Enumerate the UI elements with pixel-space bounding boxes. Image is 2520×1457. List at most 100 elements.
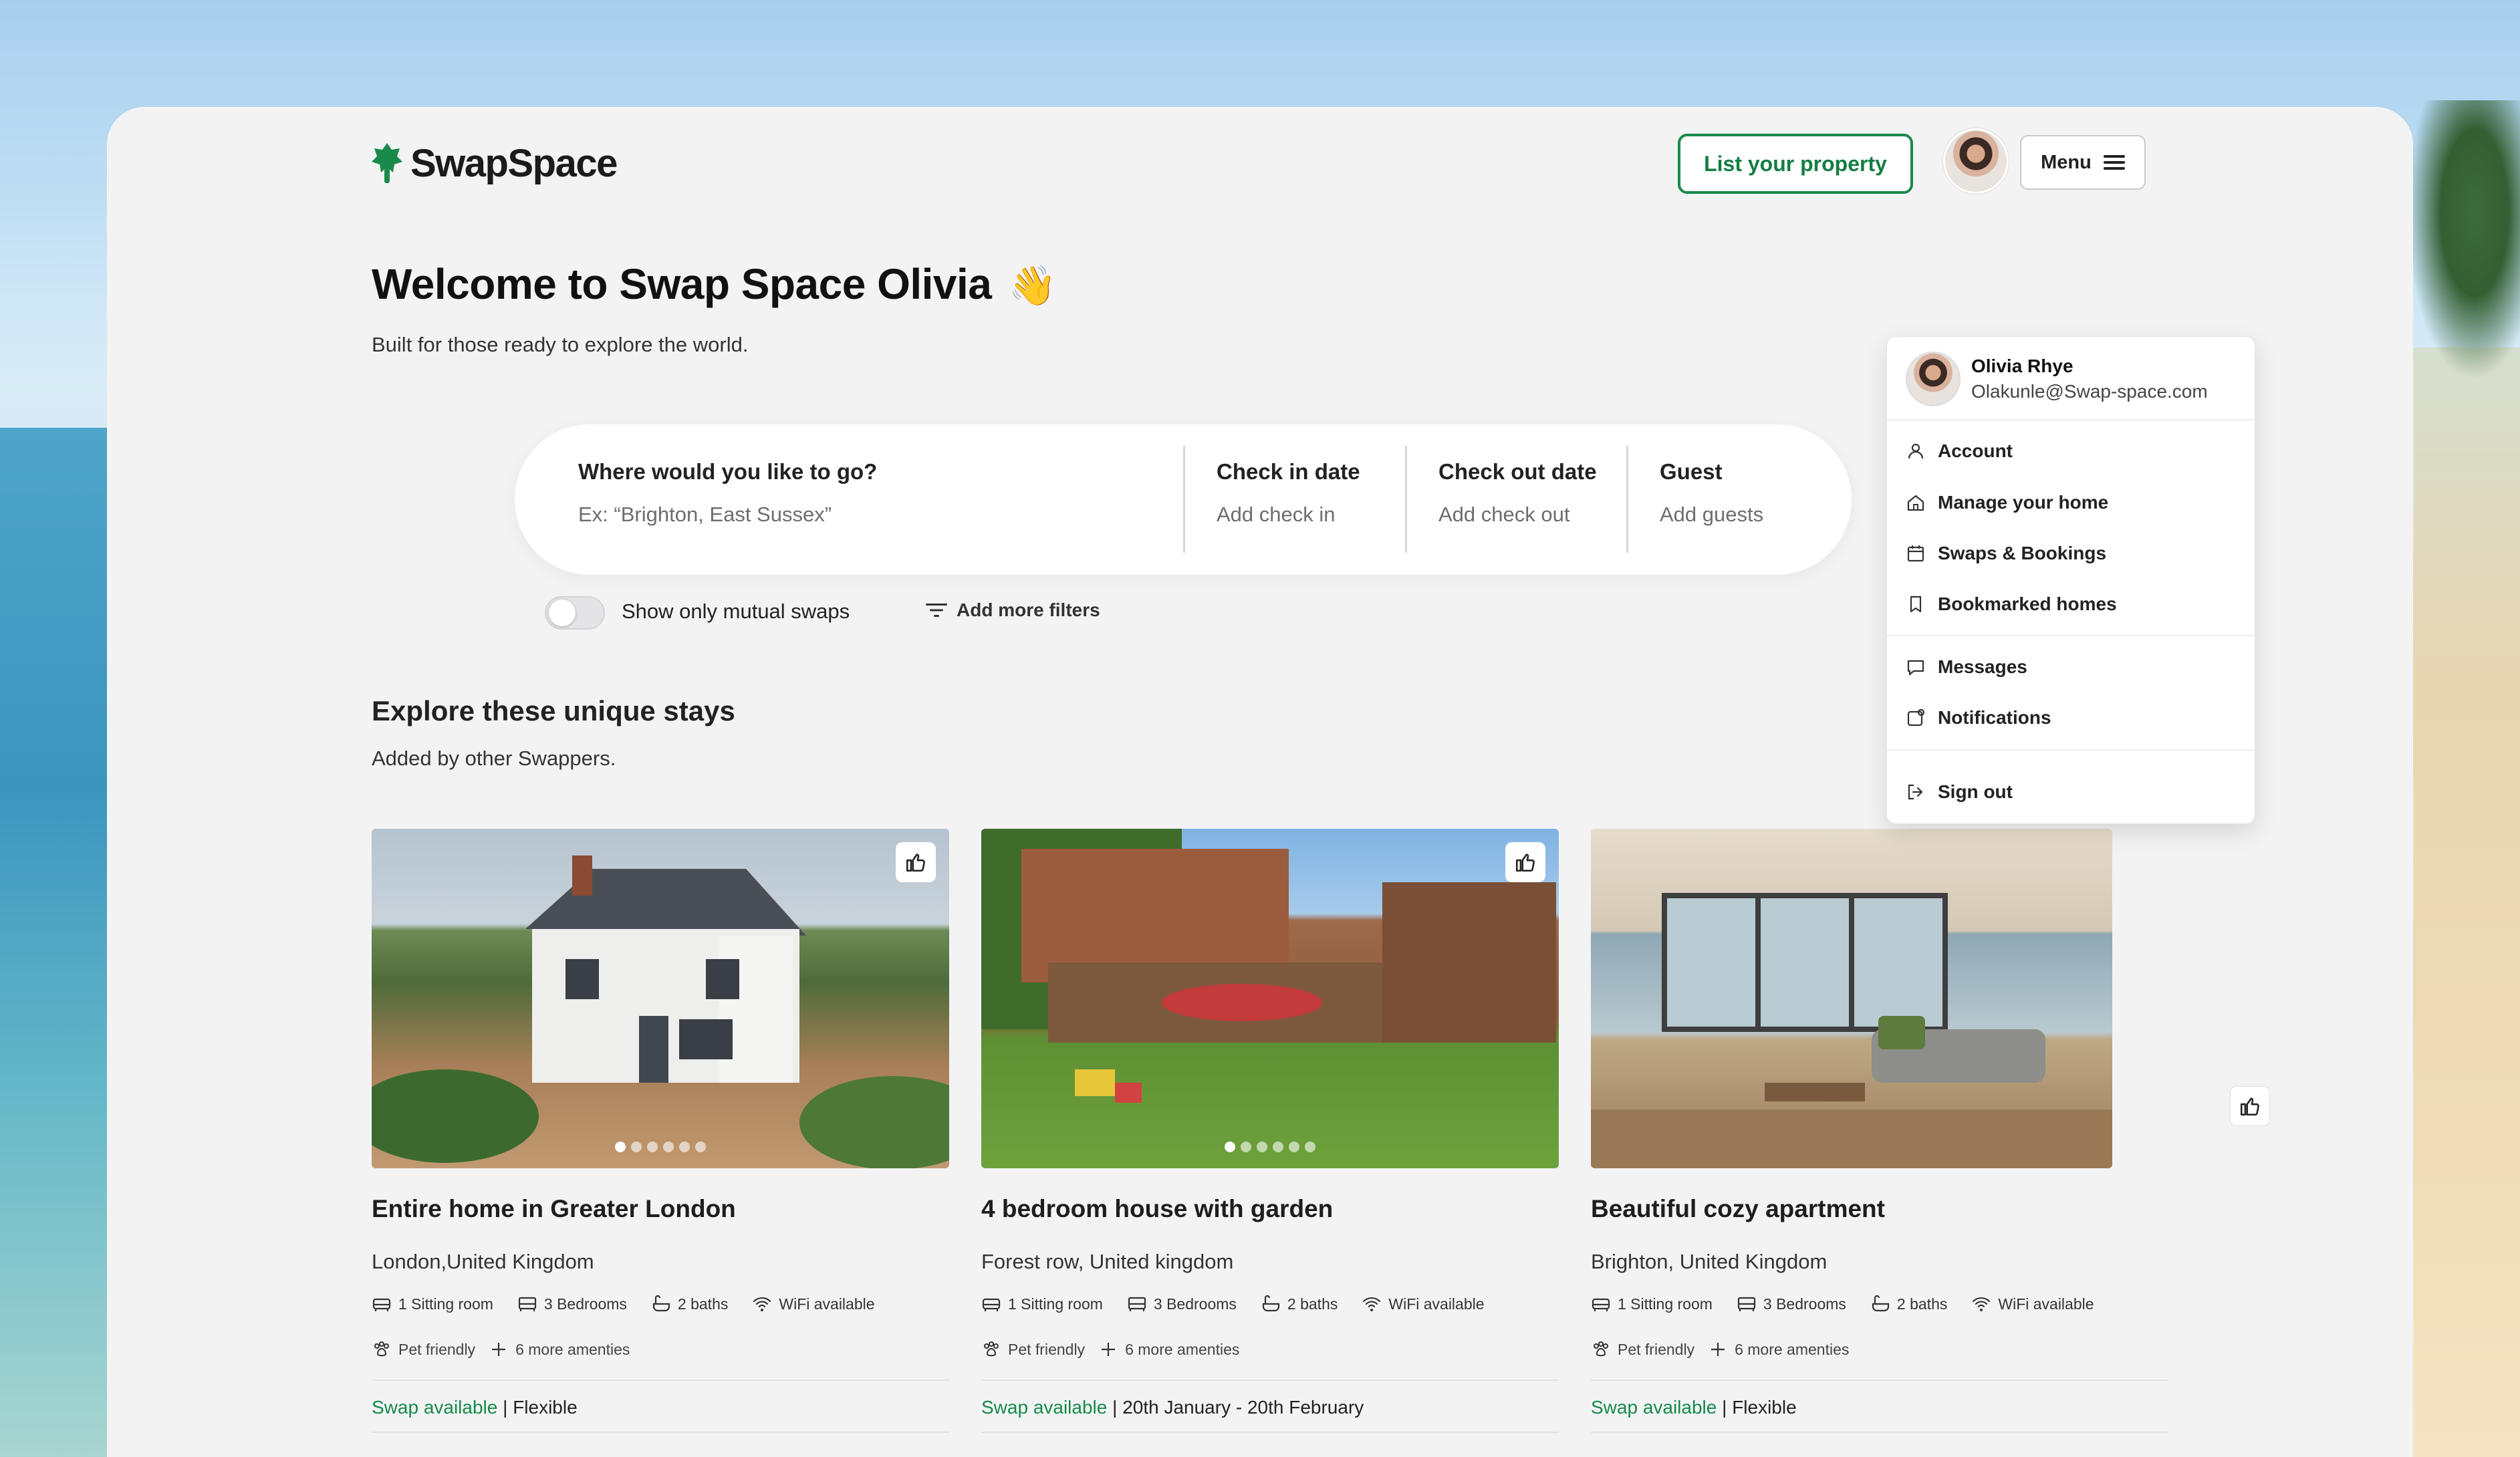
search-divider <box>1626 446 1628 553</box>
listing-title[interactable]: 4 bedroom house with garden <box>981 1195 1559 1223</box>
listing-card[interactable]: Beautiful cozy apartment Brighton, Unite… <box>1591 829 2168 1433</box>
listing-location: London,United Kingdom <box>372 1250 594 1273</box>
menu-item-label: Swaps & Bookings <box>1938 543 2107 563</box>
add-filters-button[interactable]: Add more filters <box>926 600 1100 621</box>
menu-item-swaps-bookings[interactable]: Swaps & Bookings <box>1906 543 2106 564</box>
like-button[interactable] <box>1505 842 1545 882</box>
wifi-icon <box>1363 1297 1381 1311</box>
separator: | <box>497 1397 513 1418</box>
paw-icon <box>374 1341 389 1357</box>
sign-out-icon <box>1908 784 1923 800</box>
thumbs-up-icon <box>1515 853 1535 872</box>
mutual-swaps-toggle[interactable] <box>545 596 605 630</box>
user-name: Olivia Rhye <box>1971 356 2073 376</box>
amenities-row: 1 Sitting room 3 Bedrooms 2 baths WiFi a… <box>981 1294 1559 1314</box>
menu-item-account[interactable]: Account <box>1906 440 2013 462</box>
guest-label: Guest <box>1660 459 1723 484</box>
avatar <box>1906 352 1961 406</box>
more-amenities[interactable]: 6 more amenties <box>515 1341 630 1359</box>
sofa-icon <box>982 1298 1001 1311</box>
listing-photo[interactable] <box>1591 829 2112 1168</box>
checkout-label: Check out date <box>1438 459 1597 484</box>
baths: 2 baths <box>677 1295 729 1313</box>
page-title: Welcome to Swap Space Olivia 👋 <box>372 259 1057 309</box>
checkout-input[interactable]: Add check out <box>1438 503 1569 527</box>
swap-status: Swap available <box>372 1397 498 1418</box>
sitting-room: 1 Sitting room <box>1008 1295 1103 1313</box>
carousel-dots[interactable] <box>615 1142 706 1152</box>
logo-text: SwapSpace <box>410 141 618 185</box>
message-icon <box>1907 660 1924 676</box>
listing-title[interactable]: Beautiful cozy apartment <box>1591 1195 2168 1223</box>
bookmark-icon <box>1910 595 1922 613</box>
more-amenities[interactable]: 6 more amenties <box>1735 1341 1849 1359</box>
menu-divider <box>1887 635 2255 636</box>
plus-icon <box>1102 1343 1116 1356</box>
guest-input[interactable]: Add guests <box>1660 503 1763 527</box>
list-property-button[interactable]: List your property <box>1678 134 1913 194</box>
like-button[interactable] <box>896 842 936 882</box>
bed-icon <box>1737 1297 1756 1311</box>
listing-card[interactable]: 4 bedroom house with garden Forest row, … <box>981 829 1559 1433</box>
user-icon <box>1908 443 1924 459</box>
carousel-dots[interactable] <box>1225 1142 1315 1152</box>
destination-label: Where would you like to go? <box>578 459 878 484</box>
avatar[interactable] <box>1943 128 2009 194</box>
background-beach <box>2400 348 2520 1457</box>
checkin-input[interactable]: Add check in <box>1217 503 1336 527</box>
pet-friendly: Pet friendly <box>1008 1340 1086 1358</box>
background-palm <box>2406 100 2520 381</box>
baths: 2 baths <box>1896 1295 1948 1313</box>
calendar-icon <box>1907 545 1924 562</box>
amenities-row: 1 Sitting room 3 Bedrooms 2 baths WiFi a… <box>372 1294 949 1314</box>
menu-item-messages[interactable]: Messages <box>1906 656 2027 678</box>
user-email: Olakunle@Swap-space.com <box>1971 381 2208 402</box>
search-divider <box>1183 446 1185 553</box>
menu-item-notifications[interactable]: Notifications <box>1906 707 2051 728</box>
pet-friendly: Pet friendly <box>1618 1340 1695 1358</box>
amenities-row: 1 Sitting room 3 Bedrooms 2 baths WiFi a… <box>1591 1294 2168 1314</box>
menu-item-manage-home[interactable]: Manage your home <box>1906 492 2108 513</box>
paw-icon <box>1594 1341 1608 1357</box>
sofa-icon <box>1592 1298 1610 1311</box>
section-title: Explore these unique stays <box>372 695 735 726</box>
menu-button[interactable]: Menu <box>2020 135 2146 190</box>
menu-item-bookmarked[interactable]: Bookmarked homes <box>1906 593 2117 615</box>
availability: Swap available | Flexible <box>372 1379 949 1418</box>
pet-friendly: Pet friendly <box>398 1340 476 1358</box>
plus-icon <box>1711 1343 1725 1356</box>
bedrooms: 3 Bedrooms <box>1763 1295 1846 1313</box>
divider <box>372 1432 949 1433</box>
separator: | <box>1717 1397 1733 1418</box>
logo[interactable]: SwapSpace <box>370 140 618 186</box>
menu-item-label: Account <box>1938 440 2013 461</box>
thumbs-up-icon <box>906 853 925 872</box>
filter-icon <box>926 604 947 617</box>
apartment-illustration <box>1591 893 2112 1168</box>
availability: Swap available | 20th January - 20th Feb… <box>981 1379 1559 1418</box>
house-illustration <box>372 855 949 1168</box>
guest-field[interactable]: Guest Add guests <box>1660 424 1834 575</box>
checkout-field[interactable]: Check out date Add check out <box>1438 424 1626 575</box>
listing-card[interactable]: Entire home in Greater London London,Uni… <box>372 829 949 1433</box>
listing-title[interactable]: Entire home in Greater London <box>372 1195 949 1223</box>
user-info: Olivia Rhye Olakunle@Swap-space.com <box>1887 337 2255 420</box>
more-amenities[interactable]: 6 more amenties <box>1125 1341 1239 1359</box>
bed-icon <box>518 1297 537 1311</box>
listing-photo[interactable] <box>372 829 949 1168</box>
page-subtitle: Built for those ready to explore the wor… <box>372 333 749 356</box>
menu-divider <box>1887 749 2255 751</box>
plus-icon <box>492 1343 506 1356</box>
wifi: WiFi available <box>779 1295 875 1313</box>
checkin-label: Check in date <box>1217 459 1360 484</box>
hamburger-icon <box>2103 155 2125 170</box>
checkin-field[interactable]: Check in date Add check in <box>1217 424 1404 575</box>
menu-label: Menu <box>2041 151 2092 173</box>
menu-item-sign-out[interactable]: Sign out <box>1906 781 2013 803</box>
destination-input[interactable]: Ex: “Brighton, East Sussex” <box>578 503 832 527</box>
bath-icon <box>1262 1295 1280 1312</box>
destination-field[interactable]: Where would you like to go? Ex: “Brighto… <box>578 424 1100 575</box>
menu-item-label: Bookmarked homes <box>1938 593 2117 614</box>
listing-photo[interactable] <box>981 829 1559 1168</box>
like-button[interactable] <box>2230 1086 2270 1126</box>
